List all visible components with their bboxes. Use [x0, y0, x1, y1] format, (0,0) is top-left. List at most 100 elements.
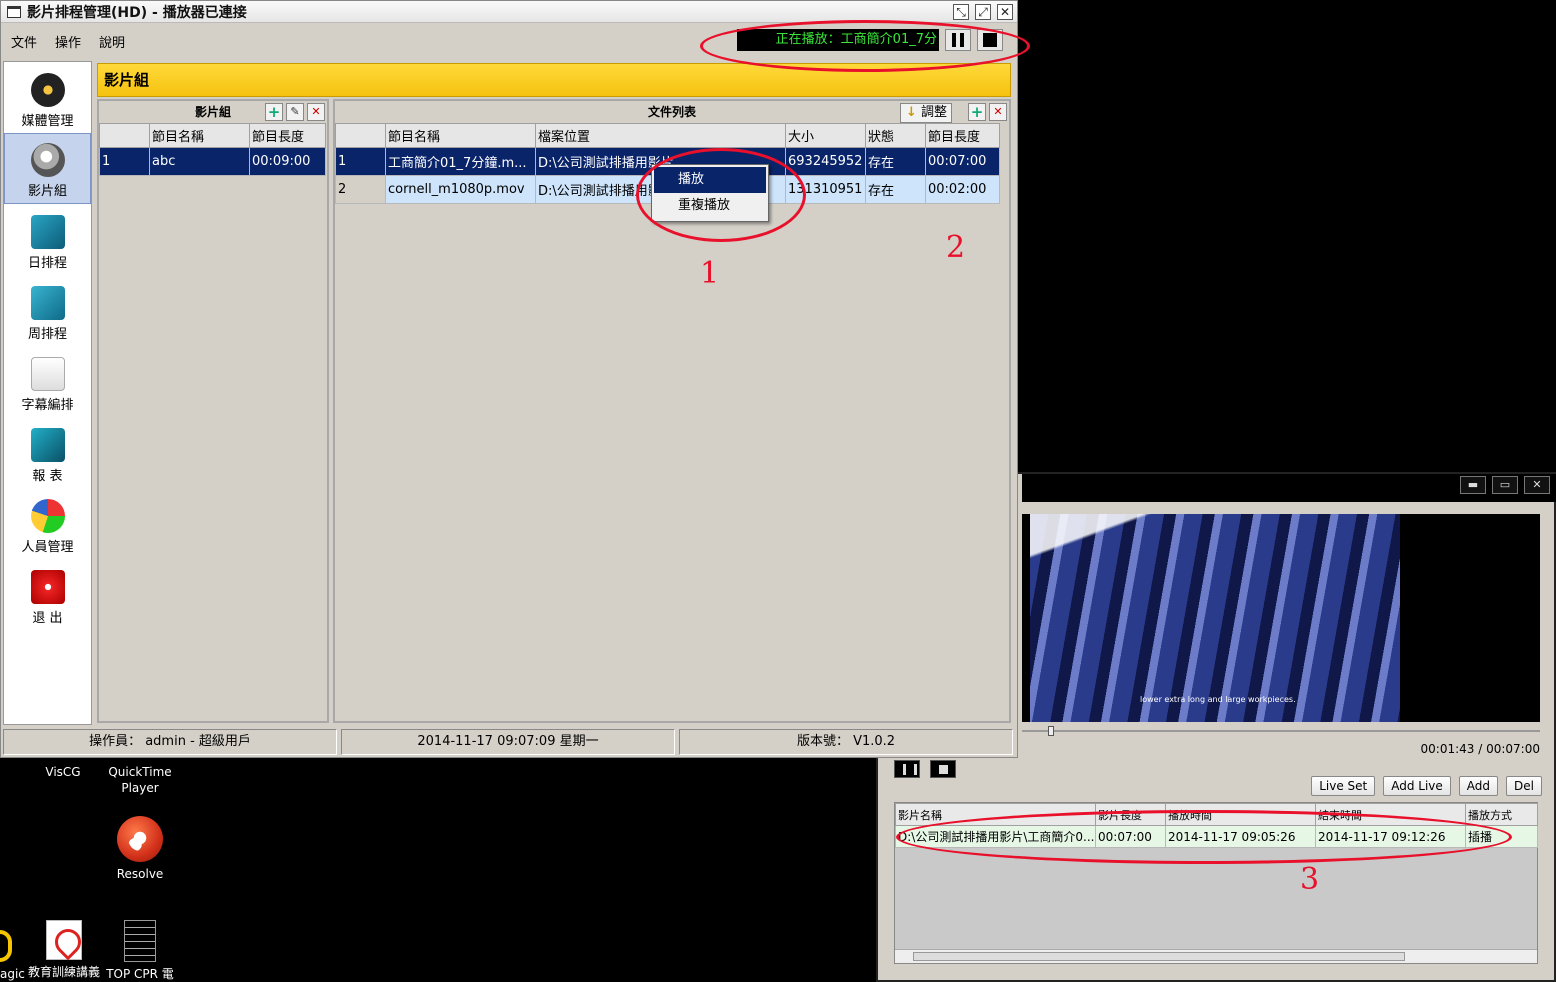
row-size: 693245952	[785, 147, 866, 176]
adjust-button[interactable]: 調整	[899, 103, 952, 123]
desktop-icon-label: QuickTime Player	[108, 765, 172, 795]
add-button[interactable]: Add	[1458, 776, 1499, 796]
seek-bar[interactable]	[1022, 726, 1540, 736]
sidebar-item-label: 媒體管理	[21, 114, 74, 129]
maximize-icon[interactable]: ⤢	[975, 3, 991, 20]
resolve-icon	[117, 816, 163, 862]
sidebar-item-media[interactable]: 媒體管理	[4, 62, 91, 133]
seek-knob[interactable]	[1048, 726, 1054, 736]
column-header[interactable]	[99, 123, 150, 148]
close-icon[interactable]: ✕	[997, 3, 1013, 20]
annotation-number: 1	[700, 256, 720, 291]
video-group-icon	[30, 143, 65, 177]
desktop-icon-viscg[interactable]: VisCG	[36, 764, 90, 780]
pause-button[interactable]	[894, 760, 920, 778]
pdf-icon	[46, 920, 82, 960]
sidebar-item-label: 退 出	[32, 611, 63, 626]
player-titlebar[interactable]: ▬ ▭ ✕	[1022, 474, 1556, 502]
panel-title: 影片組	[194, 105, 231, 119]
close-icon[interactable]: ✕	[1524, 476, 1550, 494]
menubar: 文件 操作 說明 正在播放：工商簡介01_7分	[1, 23, 1017, 59]
window-title: 影片排程管理(HD) - 播放器已連接	[27, 4, 247, 21]
sidebar-item-label: 日排程	[27, 256, 67, 271]
row-index: 1	[335, 147, 386, 176]
context-menu-play[interactable]: 播放	[654, 167, 766, 193]
status-version: 版本號： V1.0.2	[679, 729, 1013, 755]
stop-button[interactable]	[977, 29, 1003, 51]
queue-header[interactable]: 影片名稱	[895, 803, 1096, 826]
table-row[interactable]: D:\公司測試排播用影片\工商簡介0... 00:07:00 2014-11-1…	[895, 825, 1538, 848]
queue-header[interactable]: 播放方式	[1465, 803, 1538, 826]
sidebar-item-report[interactable]: 報 表	[4, 417, 91, 488]
row-length: 00:07:00	[925, 147, 1000, 176]
column-header[interactable]	[335, 123, 386, 148]
queue-header[interactable]: 影片長度	[1095, 803, 1166, 826]
sidebar-item-label: 人員管理	[21, 540, 74, 555]
row-name: abc	[149, 147, 250, 176]
add-group-button[interactable]	[265, 103, 283, 121]
scrollbar-thumb[interactable]	[913, 952, 1405, 961]
pause-icon	[952, 33, 964, 47]
subtitle-icon	[30, 357, 65, 391]
menu-help[interactable]: 說明	[99, 32, 125, 51]
menu-operate[interactable]: 操作	[55, 32, 81, 51]
disc-icon	[30, 73, 65, 107]
statusbar: 操作員： admin - 超級用戶 2014-11-17 09:07:09 星期…	[3, 729, 1013, 755]
menu-file[interactable]: 文件	[11, 32, 37, 51]
desktop-icon-quicktime[interactable]: QuickTime Player	[104, 764, 176, 796]
delete-group-button[interactable]	[307, 103, 325, 121]
panel-title: 文件列表	[647, 105, 696, 119]
minimize-icon[interactable]: ▬	[1460, 476, 1486, 494]
sidebar-item-exit[interactable]: 退 出	[4, 559, 91, 630]
delete-file-button[interactable]	[989, 103, 1007, 121]
section-title: 影片組	[97, 63, 1011, 97]
play-queue: 影片名稱 影片長度 播放時間 結束時間 播放方式 D:\公司測試排播用影片\工商…	[894, 802, 1538, 964]
add-live-button[interactable]: Add Live	[1383, 776, 1451, 796]
video-area[interactable]: lower extra long and large workpieces.	[1022, 514, 1540, 722]
column-header[interactable]: 大小	[785, 123, 866, 148]
group-panel: 影片組 節目名稱 節目長度 1 abc 00:09:00	[97, 99, 329, 723]
table-row[interactable]: 1 abc 00:09:00	[99, 147, 326, 176]
video-frame: lower extra long and large workpieces.	[1030, 514, 1400, 722]
row-index: 1	[99, 147, 150, 176]
row-name: 工商簡介01_7分鐘.m...	[385, 147, 536, 176]
desktop-icon-agic[interactable]: agic	[0, 930, 25, 982]
queue-cell: 插播	[1465, 825, 1538, 848]
row-length: 00:09:00	[249, 147, 326, 176]
column-header[interactable]: 檔案位置	[535, 123, 786, 148]
desktop-icon-resolve[interactable]: Resolve	[108, 816, 172, 882]
desktop-icon-label: 教育訓練講義	[27, 965, 100, 979]
queue-header[interactable]: 結束時間	[1315, 803, 1466, 826]
column-header[interactable]: 節目名稱	[385, 123, 536, 148]
queue-cell: D:\公司測試排播用影片\工商簡介0...	[895, 825, 1096, 848]
status-operator: 操作員： admin - 超級用戶	[3, 729, 337, 755]
titlebar[interactable]: 影片排程管理(HD) - 播放器已連接 ⤡ ⤢ ✕	[1, 1, 1017, 23]
edit-group-button[interactable]	[286, 103, 304, 121]
sidebar-item-users[interactable]: 人員管理	[4, 488, 91, 559]
sidebar-item-daily[interactable]: 日排程	[4, 204, 91, 275]
column-header[interactable]: 節目長度	[925, 123, 1000, 148]
pause-button[interactable]	[945, 29, 971, 51]
column-header[interactable]: 狀態	[865, 123, 926, 148]
row-status: 存在	[865, 147, 926, 176]
sidebar-item-subtitle[interactable]: 字幕編排	[4, 346, 91, 417]
queue-header[interactable]: 播放時間	[1165, 803, 1316, 826]
live-set-button[interactable]: Live Set	[1311, 776, 1376, 796]
horizontal-scrollbar[interactable]	[895, 949, 1537, 963]
sidebar-item-video-group[interactable]: 影片組	[4, 133, 91, 204]
column-header[interactable]: 節目名稱	[149, 123, 250, 148]
restore-icon[interactable]: ⤡	[953, 3, 969, 20]
desktop-icon-pdf[interactable]: 教育訓練講義	[26, 920, 102, 980]
desktop-icon-doc[interactable]: TOP CPR 電	[104, 920, 176, 982]
context-menu-repeat-play[interactable]: 重複播放	[654, 193, 766, 219]
annotation-number: 2	[946, 230, 966, 265]
stop-button[interactable]	[930, 760, 956, 778]
queue-cell: 00:07:00	[1095, 825, 1166, 848]
column-header[interactable]: 節目長度	[249, 123, 326, 148]
maximize-icon[interactable]: ▭	[1492, 476, 1518, 494]
sidebar-item-weekly[interactable]: 周排程	[4, 275, 91, 346]
sidebar-item-label: 報 表	[32, 469, 63, 484]
del-button[interactable]: Del	[1506, 776, 1542, 796]
time-readout: 00:01:43 / 00:07:00	[1420, 742, 1540, 756]
add-file-button[interactable]	[968, 103, 986, 121]
